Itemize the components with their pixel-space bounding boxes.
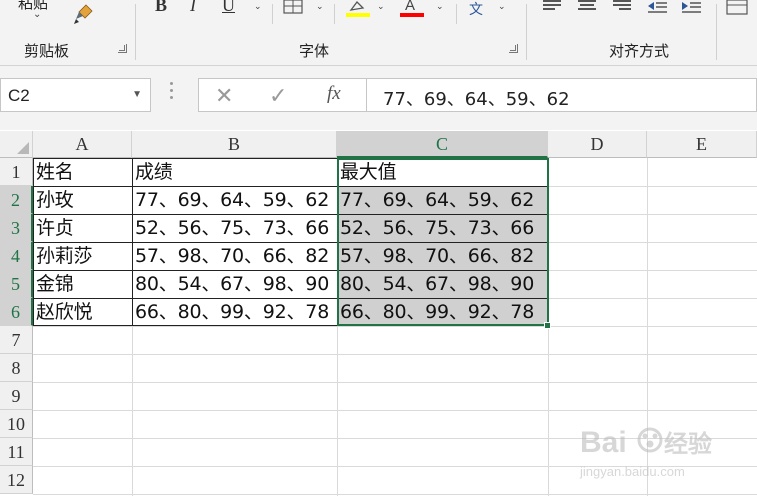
italic-button[interactable]: I xyxy=(190,0,196,16)
table-cell[interactable]: 66、80、99、92、78 xyxy=(132,298,337,326)
table-border xyxy=(33,242,549,243)
table-cell[interactable]: 赵欣悦 xyxy=(33,298,132,326)
underline-chevron-down-icon[interactable]: ⌄ xyxy=(254,1,262,12)
font-color-chevron-down-icon[interactable]: ⌄ xyxy=(436,1,444,12)
fill-handle[interactable] xyxy=(544,322,551,329)
table-header-cell[interactable]: 姓名 xyxy=(33,158,132,186)
row-header[interactable]: 1 xyxy=(0,158,33,186)
ribbon: 粘贴 ⌄ 剪贴板 B I U ⌄ ⌄ ⌄ A ⌄ 文 ⌄ 字体 对齐方式 xyxy=(0,0,757,66)
align-top-icon[interactable] xyxy=(543,0,563,14)
font-launcher-icon[interactable] xyxy=(509,44,518,53)
gridline xyxy=(33,494,757,495)
increase-indent-icon[interactable] xyxy=(680,0,702,14)
border-icon[interactable] xyxy=(283,0,303,14)
formula-input[interactable]: 77、69、64、59、62 xyxy=(366,78,757,112)
table-cell[interactable]: 77、69、64、59、62 xyxy=(132,186,337,214)
table-cell[interactable]: 66、80、99、92、78 xyxy=(337,298,548,326)
underline-button[interactable]: U xyxy=(222,0,235,16)
phonetic-chevron-down-icon[interactable]: ⌄ xyxy=(498,1,506,12)
group-divider xyxy=(526,4,527,60)
table-border xyxy=(33,270,549,271)
gridline xyxy=(33,410,757,411)
align-bottom-icon[interactable] xyxy=(613,0,633,14)
table-cell[interactable]: 孙莉莎 xyxy=(33,242,132,270)
name-box[interactable]: C2 ▼ xyxy=(0,78,151,112)
gridline xyxy=(33,382,757,383)
name-box-dropdown-icon[interactable]: ▼ xyxy=(132,89,142,100)
watermark-brand: Bai xyxy=(580,426,627,459)
table-cell[interactable]: 77、69、64、59、62 xyxy=(337,186,548,214)
column-header-e[interactable]: E xyxy=(647,131,757,158)
name-box-value: C2 xyxy=(8,86,30,105)
table-cell[interactable]: 57、98、70、66、82 xyxy=(132,242,337,270)
paste-chevron-down-icon[interactable]: ⌄ xyxy=(33,9,41,20)
clipboard-launcher-icon[interactable] xyxy=(118,44,127,53)
clipboard-group-label: 剪贴板 xyxy=(24,42,70,60)
group-divider xyxy=(456,4,457,24)
cancel-icon[interactable]: ✕ xyxy=(215,83,233,109)
svg-text:A: A xyxy=(405,0,415,12)
table-cell[interactable]: 57、98、70、66、82 xyxy=(337,242,548,270)
row-header[interactable]: 5 xyxy=(0,270,33,298)
row-header[interactable]: 2 xyxy=(0,186,33,214)
gridline xyxy=(33,326,757,327)
select-all-button[interactable] xyxy=(0,131,33,158)
formula-bar-area: C2 ▼ ✕ ✓ fx 77、69、64、59、62 xyxy=(0,66,757,130)
table-cell[interactable]: 52、56、75、73、66 xyxy=(337,214,548,242)
font-color-icon[interactable]: A xyxy=(401,0,423,12)
decrease-indent-icon[interactable] xyxy=(646,0,668,14)
row-header[interactable]: 7 xyxy=(0,326,33,354)
watermark-brand2: 经验 xyxy=(664,430,712,458)
group-divider xyxy=(716,4,717,60)
column-header-b[interactable]: B xyxy=(132,131,337,158)
table-cell[interactable]: 80、54、67、98、90 xyxy=(337,270,548,298)
table-cell[interactable]: 孙玫 xyxy=(33,186,132,214)
row-header[interactable]: 4 xyxy=(0,242,33,270)
enter-icon[interactable]: ✓ xyxy=(269,83,287,109)
drag-handle-icon[interactable] xyxy=(169,82,175,108)
table-border xyxy=(33,186,549,187)
group-divider xyxy=(272,4,273,24)
watermark-url: jingyan.baidu.com xyxy=(579,464,685,479)
row-header[interactable]: 3 xyxy=(0,214,33,242)
fill-color-icon[interactable] xyxy=(347,0,369,12)
gridline xyxy=(33,354,757,355)
merge-cells-icon[interactable] xyxy=(726,0,748,16)
column-header-c[interactable]: C xyxy=(337,131,548,158)
bold-button[interactable]: B xyxy=(155,0,167,16)
alignment-group-label: 对齐方式 xyxy=(609,42,670,60)
table-header-cell[interactable]: 最大值 xyxy=(337,158,548,186)
group-divider xyxy=(334,4,335,24)
table-cell[interactable]: 许贞 xyxy=(33,214,132,242)
column-header-a[interactable]: A xyxy=(33,131,132,158)
table-cell[interactable]: 金锦 xyxy=(33,270,132,298)
highlight-color-bar xyxy=(346,13,370,17)
row-header[interactable]: 10 xyxy=(0,410,33,438)
fill-color-chevron-down-icon[interactable]: ⌄ xyxy=(377,1,385,12)
table-border xyxy=(33,298,549,299)
format-painter-icon[interactable] xyxy=(72,2,96,26)
baidu-jingyan-watermark: Bai 经验 jingyan.baidu.com xyxy=(579,426,712,479)
insert-function-button[interactable]: fx xyxy=(327,83,341,105)
column-header-d[interactable]: D xyxy=(548,131,647,158)
table-header-cell[interactable]: 成绩 xyxy=(132,158,337,186)
align-middle-icon[interactable] xyxy=(578,0,598,14)
row-header[interactable]: 11 xyxy=(0,438,33,466)
font-color-bar xyxy=(400,13,424,17)
row-header[interactable]: 9 xyxy=(0,382,33,410)
table-border xyxy=(33,214,549,215)
font-group-label: 字体 xyxy=(299,42,330,60)
table-cell[interactable]: 80、54、67、98、90 xyxy=(132,270,337,298)
row-header[interactable]: 12 xyxy=(0,466,33,494)
border-chevron-down-icon[interactable]: ⌄ xyxy=(316,1,324,12)
group-divider xyxy=(135,4,136,60)
row-header[interactable]: 8 xyxy=(0,354,33,382)
table-cell[interactable]: 52、56、75、73、66 xyxy=(132,214,337,242)
formula-text: 77、69、64、59、62 xyxy=(383,89,570,110)
phonetic-button[interactable]: 文 xyxy=(469,0,483,19)
row-header[interactable]: 6 xyxy=(0,298,33,326)
formula-buttons: ✕ ✓ fx xyxy=(198,78,366,112)
